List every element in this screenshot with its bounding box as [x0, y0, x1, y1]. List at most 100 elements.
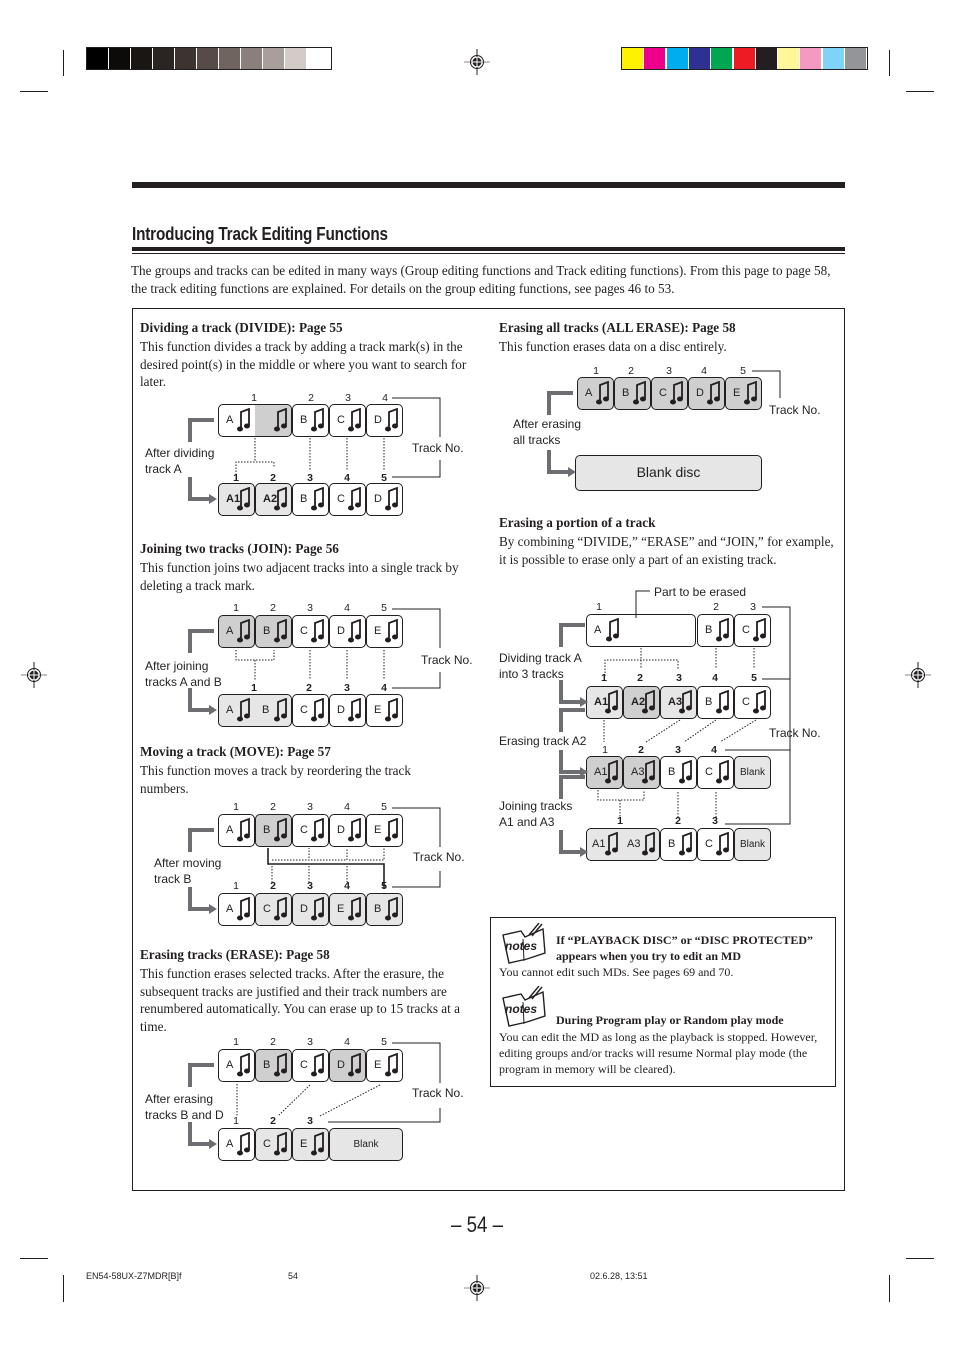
- color-swatch: [845, 48, 866, 69]
- track-label: C: [300, 704, 308, 716]
- track-tile: A: [218, 814, 255, 847]
- track-tile: C: [697, 756, 734, 789]
- music-note-icon: [237, 618, 251, 645]
- track-number: 1: [596, 601, 602, 613]
- track-tile: B: [614, 377, 651, 410]
- track-tile: D: [688, 377, 725, 410]
- track-tile: A1: [586, 686, 623, 719]
- track-number: 3: [307, 1036, 313, 1048]
- crop-mark: [906, 1258, 934, 1259]
- track-number: 5: [740, 365, 746, 377]
- track-number: 3: [345, 392, 351, 404]
- track-tile: D: [292, 893, 329, 926]
- track-tile: D: [366, 404, 403, 437]
- music-note-icon: [606, 617, 620, 644]
- registration-mark-icon: [464, 49, 490, 75]
- divide-body: This function divides a track by adding …: [140, 339, 467, 390]
- track-label: B: [622, 387, 630, 399]
- music-note-icon: [385, 618, 399, 645]
- track-label: C: [300, 824, 308, 836]
- note-1-heading-line: If “PLAYBACK DISC” or “DISC PROTECTED”: [556, 933, 814, 947]
- track-number: 4: [344, 602, 350, 614]
- track-number: 2: [675, 815, 681, 827]
- track-no-label: Track No.: [769, 403, 821, 417]
- track-label: A: [226, 704, 234, 716]
- track-number: 1: [233, 602, 239, 614]
- crop-mark: [63, 50, 64, 76]
- track-tile: E: [725, 377, 762, 410]
- music-note-icon: [670, 380, 684, 407]
- music-note-icon: [274, 618, 288, 645]
- music-note-icon: [753, 689, 767, 716]
- music-note-icon: [348, 896, 362, 923]
- track-number: 2: [270, 880, 276, 892]
- music-note-icon: [274, 1052, 288, 1079]
- track-tile: C: [255, 893, 292, 926]
- music-note-icon: [311, 618, 325, 645]
- track-label: D: [337, 1059, 345, 1071]
- track-label: E: [374, 1059, 382, 1071]
- track-number: 1: [251, 392, 257, 404]
- crop-mark: [20, 1258, 48, 1259]
- music-note-icon: [311, 407, 325, 434]
- move-body: This function moves a track by reorderin…: [140, 763, 411, 796]
- erase-body: This function erases selected tracks. Af…: [140, 966, 460, 1034]
- blank-label: Blank: [739, 767, 765, 778]
- track-tile: B: [697, 686, 734, 719]
- music-note-icon: [348, 817, 362, 844]
- music-note-icon: [642, 689, 656, 716]
- color-calibration-strip: [621, 47, 868, 70]
- track-number: 4: [382, 392, 388, 404]
- track-number: 3: [675, 744, 681, 756]
- track-label: D: [337, 625, 345, 637]
- track-tile: B: [292, 404, 329, 437]
- diagram-caption: After erasing all tracks: [513, 417, 582, 447]
- track-number: 1: [233, 1036, 239, 1048]
- crop-mark: [889, 1275, 890, 1302]
- track-tile: C: [292, 1049, 329, 1082]
- track-label: A1: [592, 838, 606, 850]
- track-label: E: [337, 903, 345, 915]
- track-number: 1: [233, 801, 239, 813]
- track-number: 4: [381, 682, 387, 694]
- track-label: A: [226, 625, 234, 637]
- color-swatch: [711, 48, 733, 69]
- color-swatch: [778, 48, 800, 69]
- music-note-icon: [642, 759, 656, 786]
- track-tile: A1 A3: [586, 828, 660, 861]
- track-label: E: [374, 625, 382, 637]
- blank-tile: Blank: [329, 1128, 403, 1161]
- music-note-icon: [348, 486, 362, 513]
- join-body: This function joins two adjacent tracks …: [140, 560, 459, 593]
- track-tile: B: [366, 893, 403, 926]
- blank-tile: Blank: [734, 756, 771, 789]
- all-erase-heading: Erasing all tracks (ALL ERASE): Page 58: [499, 320, 736, 335]
- color-swatch: [733, 48, 755, 69]
- track-tile: A2: [623, 686, 660, 719]
- track-label: A: [226, 1138, 234, 1150]
- music-note-icon: [348, 618, 362, 645]
- track-number: 3: [712, 815, 718, 827]
- music-note-icon: [605, 831, 619, 858]
- music-note-icon: [311, 896, 325, 923]
- music-note-icon: [385, 817, 399, 844]
- track-tile: A: [586, 614, 696, 647]
- track-tile: E: [292, 1128, 329, 1161]
- track-tile: B: [660, 756, 697, 789]
- music-note-icon: [237, 896, 251, 923]
- gray-swatch: [175, 48, 196, 69]
- track-label: D: [374, 493, 382, 505]
- track-tile: A: [218, 893, 255, 926]
- title-rule: [132, 247, 845, 251]
- svg-text:notes: notes: [505, 939, 537, 953]
- track-number: 2: [628, 365, 634, 377]
- track-label: D: [696, 387, 704, 399]
- track-no-label: Track No.: [421, 653, 473, 667]
- track-label: A3: [627, 838, 641, 850]
- track-number: 2: [306, 682, 312, 694]
- track-tile: E: [366, 694, 403, 727]
- music-note-icon: [596, 380, 610, 407]
- track-tile: A: [218, 1128, 255, 1161]
- track-number: 1: [602, 744, 608, 756]
- track-label: A: [226, 824, 234, 836]
